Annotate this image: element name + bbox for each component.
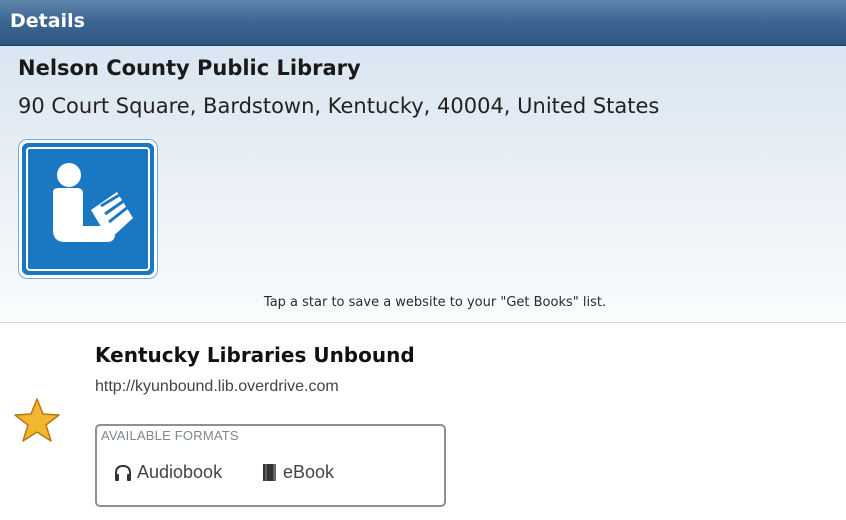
formats-label: AVAILABLE FORMATS bbox=[101, 428, 239, 443]
website-name[interactable]: Kentucky Libraries Unbound bbox=[95, 343, 415, 367]
library-header: Nelson County Public Library 90 Court Sq… bbox=[0, 46, 846, 323]
format-label: eBook bbox=[283, 462, 335, 482]
headphones-icon bbox=[115, 464, 131, 481]
format-audiobook: Audiobook bbox=[114, 462, 222, 483]
save-hint: Tap a star to save a website to your "Ge… bbox=[263, 295, 607, 310]
website-url[interactable]: http://kyunbound.lib.overdrive.com bbox=[95, 378, 339, 396]
library-name: Nelson County Public Library bbox=[18, 56, 361, 80]
favorite-star-icon[interactable] bbox=[12, 396, 62, 446]
library-logo bbox=[19, 140, 157, 278]
page-title: Details bbox=[10, 10, 85, 32]
book-icon bbox=[263, 463, 276, 481]
title-bar: Details bbox=[0, 0, 846, 46]
format-label: Audiobook bbox=[137, 462, 223, 482]
available-formats-box: AVAILABLE FORMATS Audiobook eBook bbox=[95, 424, 446, 507]
format-ebook: eBook bbox=[262, 462, 334, 483]
library-address: 90 Court Square, Bardstown, Kentucky, 40… bbox=[18, 94, 660, 118]
